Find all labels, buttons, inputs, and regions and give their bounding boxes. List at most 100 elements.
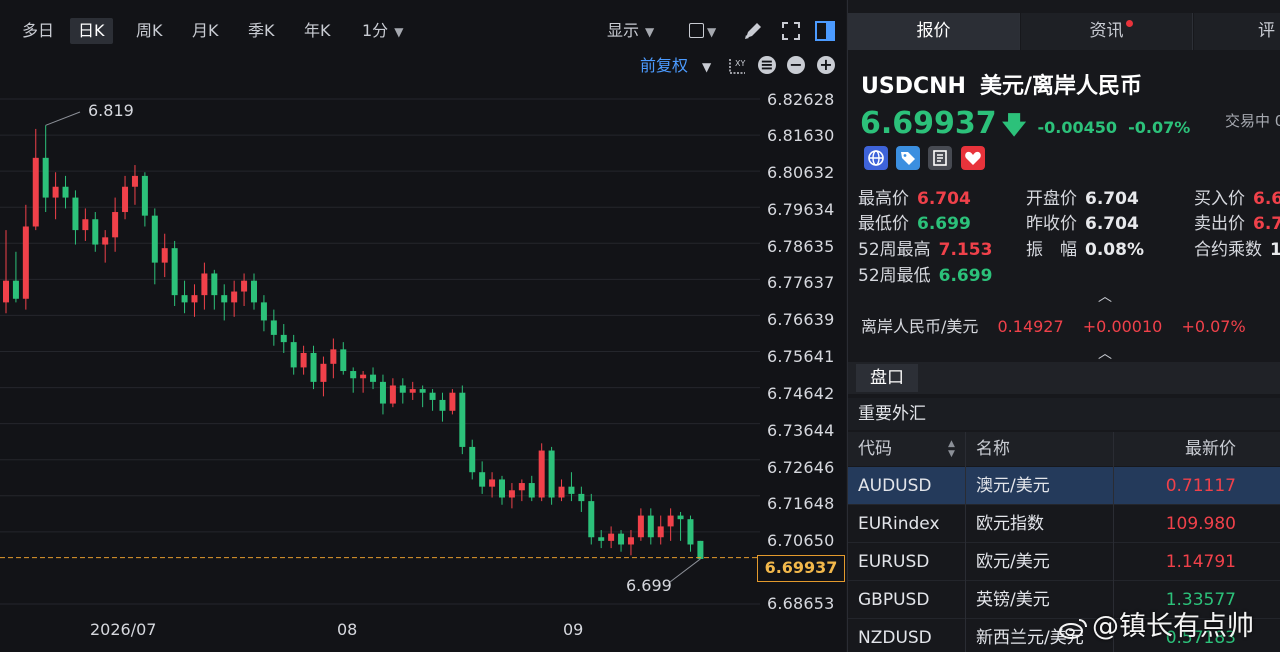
stat-label: 卖出价 — [1194, 214, 1245, 234]
timeframe-daily-k[interactable]: 日K — [70, 18, 113, 44]
low-annotation: 6.699 — [626, 576, 672, 595]
candle-body — [627, 537, 634, 545]
y-tick: 6.78635 — [767, 237, 835, 256]
candle-body — [429, 392, 436, 400]
pen-icon[interactable] — [742, 20, 764, 42]
candle-body — [52, 186, 59, 198]
display-dropdown[interactable]: 显示 ▼ — [607, 18, 654, 44]
chart-toolbar: 多日 日K 周K 月K 季K 年K 1分 ▼ 显示 ▼ ▼ — [0, 12, 846, 48]
candle-body — [538, 450, 545, 498]
candle-body — [697, 540, 704, 559]
document-icon[interactable] — [928, 146, 952, 170]
zoom-out-icon[interactable]: − — [787, 56, 805, 74]
watchlist-header: 代码 ▲ ▼ 名称 最新价 — [848, 432, 1280, 466]
trade-status: 交易中 0 — [1225, 112, 1280, 130]
watchlist-row[interactable]: AUDUSD 澳元/美元 0.71117 — [848, 467, 1280, 505]
column-last-price[interactable]: 最新价 — [1185, 432, 1236, 466]
stat-value: 6.704 — [917, 189, 971, 209]
candle-body — [231, 291, 238, 303]
candle-body — [449, 392, 456, 411]
collapse-caret-icon[interactable]: ︿ — [1098, 343, 1112, 363]
timeframe-yearly-k[interactable]: 年K — [296, 18, 339, 44]
candlestick-plot[interactable] — [0, 82, 760, 642]
candle-body — [102, 237, 109, 245]
sort-icon[interactable]: ▲ ▼ — [948, 439, 955, 459]
section-bar: 盘口 — [848, 362, 1280, 394]
candle-body — [479, 472, 486, 487]
candle-body — [32, 157, 39, 227]
stat-label: 振 幅 — [1026, 240, 1077, 260]
timeframe-quarterly-k[interactable]: 季K — [240, 18, 283, 44]
arrow-down-icon: 🡇 — [1001, 111, 1027, 139]
stat-label: 昨收价 — [1026, 214, 1077, 234]
candle-body — [191, 295, 198, 303]
stat-52wk-high: 52周最高 7.153 — [858, 235, 992, 260]
row-code: GBPUSD — [858, 590, 930, 610]
stat-high: 最高价 6.704 — [858, 184, 971, 209]
cross-rate[interactable]: 离岸人民币/美元 0.14927 +0.00010 +0.07% — [861, 313, 1260, 337]
stat-value: 6.7 — [1253, 214, 1280, 234]
candle-body — [389, 385, 396, 404]
chart-pane: 多日 日K 周K 月K 季K 年K 1分 ▼ 显示 ▼ ▼ 前复权 ▼ XY ≡ − … — [0, 0, 846, 652]
panel-toggle-icon[interactable] — [814, 20, 836, 42]
fullscreen-icon[interactable] — [780, 20, 802, 42]
row-code: AUDUSD — [858, 476, 932, 496]
tag-icon[interactable] — [896, 146, 920, 170]
weibo-logo-icon — [1059, 618, 1087, 639]
chevron-down-icon[interactable]: ▼ — [707, 25, 716, 39]
stat-value: 10 — [1270, 240, 1280, 260]
candle-body — [469, 446, 476, 473]
zoom-in-icon[interactable]: + — [817, 56, 835, 74]
row-name: 澳元/美元 — [976, 476, 1050, 496]
symbol-name: 美元/离岸人民币 — [979, 74, 1142, 99]
collapse-caret-icon[interactable]: ︿ — [1098, 286, 1112, 306]
globe-icon[interactable] — [864, 146, 888, 170]
candle-body — [409, 389, 416, 393]
tab-order-book[interactable]: 盘口 — [856, 364, 918, 392]
candle-body — [151, 215, 158, 263]
axis-scale-icon[interactable]: XY — [727, 56, 747, 76]
watchlist-group-title: 重要外汇 — [848, 398, 1280, 430]
x-tick: 09 — [563, 620, 584, 639]
adjust-dropdown[interactable]: 前复权 ▼ — [640, 54, 711, 78]
candle-body — [608, 533, 615, 541]
row-code: EURUSD — [858, 552, 930, 572]
candle-body — [251, 280, 257, 303]
watchlist-row[interactable]: EURindex 欧元指数 109.980 — [848, 505, 1280, 543]
candle-body — [370, 374, 377, 382]
timeframe-weekly-k[interactable]: 周K — [128, 18, 171, 44]
minute-select-label: 1分 — [362, 21, 389, 40]
heart-icon[interactable] — [961, 146, 985, 170]
minute-select[interactable]: 1分 ▼ — [354, 18, 411, 44]
tab-news[interactable]: 资讯 — [1021, 13, 1193, 50]
timeframe-monthly-k[interactable]: 月K — [184, 18, 227, 44]
stat-label: 开盘价 — [1026, 189, 1077, 209]
row-name: 英镑/美元 — [976, 590, 1050, 610]
timeframe-multi-day[interactable]: 多日 — [14, 18, 62, 44]
column-name[interactable]: 名称 — [976, 432, 1010, 466]
watermark: @镇长有点帅 — [1058, 604, 1254, 643]
candle-body — [122, 186, 129, 213]
overlay-checkbox[interactable] — [689, 23, 704, 38]
last-price: 6.69937 — [860, 106, 997, 141]
layers-icon[interactable]: ≡ — [758, 56, 776, 74]
candle-body — [667, 515, 674, 527]
watchlist-row[interactable]: EURUSD 欧元/美元 1.14791 — [848, 543, 1280, 581]
candle-body — [558, 486, 565, 498]
column-code[interactable]: 代码 — [858, 432, 892, 466]
candle-body — [548, 450, 555, 498]
row-name: 欧元指数 — [976, 514, 1044, 534]
tab-news-label: 资讯 — [1089, 21, 1124, 41]
chevron-down-icon: ▼ — [702, 60, 712, 74]
stat-value: 6.699 — [917, 214, 971, 234]
stat-value: 6.6 — [1253, 189, 1280, 209]
candle-body — [499, 479, 505, 498]
candle-body — [518, 483, 525, 491]
tab-quote[interactable]: 报价 — [848, 13, 1020, 50]
y-tick: 6.75641 — [767, 347, 835, 366]
candle-body — [270, 320, 277, 335]
y-tick: 6.70650 — [767, 531, 835, 550]
low-leader-line — [669, 558, 701, 583]
tab-review[interactable]: 评 — [1194, 13, 1280, 50]
stat-label: 52周最高 — [858, 240, 931, 260]
